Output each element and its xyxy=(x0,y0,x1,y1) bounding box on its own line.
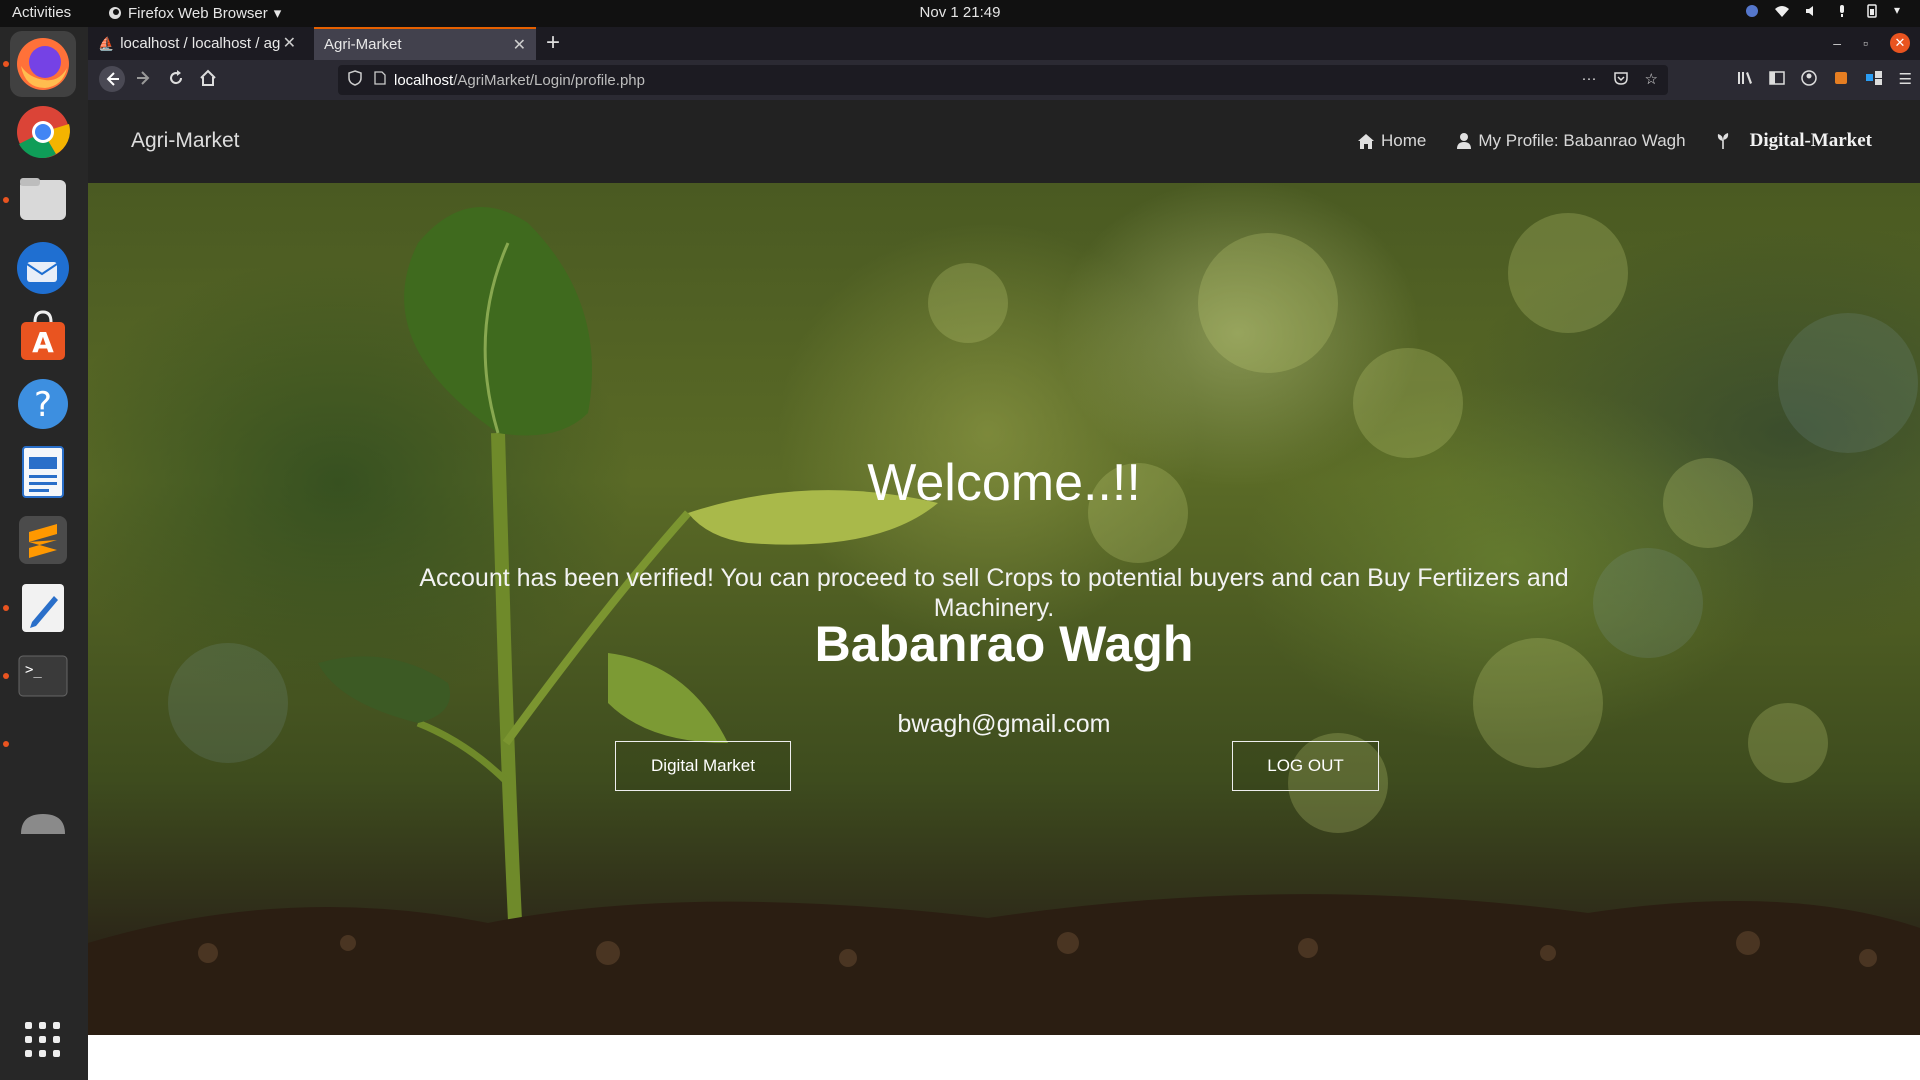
writer-icon xyxy=(22,446,64,498)
system-top-bar: Activities Firefox Web Browser ▾ Nov 1 2… xyxy=(0,0,1920,27)
verification-message: Account has been verified! You can proce… xyxy=(419,564,1569,622)
close-tab-icon[interactable]: ✕ xyxy=(513,35,526,55)
pocket-icon[interactable] xyxy=(1613,70,1629,90)
url-path: /AgriMarket/Login/profile.php xyxy=(453,71,645,89)
url-actions: ··· ☆ xyxy=(1582,70,1658,90)
running-indicator xyxy=(3,61,9,67)
home-icon[interactable] xyxy=(198,68,218,93)
nav-home[interactable]: Home xyxy=(1357,131,1426,151)
tab-agri-market[interactable]: Agri-Market ✕ xyxy=(314,27,536,60)
digital-market-button[interactable]: Digital Market xyxy=(615,741,791,791)
back-icon[interactable] xyxy=(98,65,126,98)
hamburger-menu-icon[interactable]: ☰ xyxy=(1899,70,1912,90)
svg-text:>_: >_ xyxy=(25,662,42,678)
svg-text:A: A xyxy=(32,326,54,359)
home-icon xyxy=(1357,133,1374,149)
dock-help[interactable]: ? xyxy=(10,371,76,437)
sublime-icon xyxy=(19,516,67,564)
library-icon[interactable] xyxy=(1737,70,1753,90)
bookmark-star-icon[interactable]: ☆ xyxy=(1645,70,1658,90)
dock-thunderbird[interactable] xyxy=(10,235,76,301)
battery-icon[interactable] xyxy=(1864,3,1880,19)
dock-terminal[interactable]: >_ xyxy=(10,643,76,709)
dock-software[interactable]: A xyxy=(10,303,76,369)
more-actions-icon[interactable]: ··· xyxy=(1582,70,1597,90)
chrome-icon xyxy=(17,106,70,159)
svg-text:?: ? xyxy=(34,385,52,425)
site-brand[interactable]: Agri-Market xyxy=(131,129,240,153)
tab-phpmyadmin[interactable]: ⛵ localhost / localhost / ag ✕ xyxy=(88,27,306,60)
nav-digital-market-label: Digital-Market xyxy=(1749,130,1872,151)
page-viewport: Agri-Market Home My Profile: Babanrao Wa… xyxy=(88,100,1920,1080)
restore-icon[interactable]: ▫ xyxy=(1863,35,1868,51)
text-editor-icon xyxy=(22,584,64,632)
dock-extra[interactable] xyxy=(10,789,76,855)
volume-icon[interactable] xyxy=(1804,3,1820,19)
site-menu: Home My Profile: Babanrao Wagh Digital-M… xyxy=(1357,130,1872,152)
wifi-icon[interactable] xyxy=(1774,3,1790,19)
running-indicator xyxy=(3,197,9,203)
nav-profile[interactable]: My Profile: Babanrao Wagh xyxy=(1456,131,1686,151)
files-icon xyxy=(20,178,66,220)
new-tab-icon[interactable]: + xyxy=(546,29,560,57)
nav-digital-market[interactable]: Digital-Market xyxy=(1716,130,1872,152)
tab-bar: ⛵ localhost / localhost / ag ✕ Agri-Mark… xyxy=(88,27,1920,60)
running-indicator xyxy=(3,605,9,611)
close-window-icon[interactable]: ✕ xyxy=(1890,33,1910,53)
user-icon xyxy=(1457,133,1472,149)
user-email: bwagh@gmail.com xyxy=(897,710,1111,738)
window-controls: – ▫ ✕ xyxy=(1833,33,1910,53)
url-host: localhost xyxy=(394,71,454,89)
tab-label: Agri-Market xyxy=(324,36,402,53)
running-indicator xyxy=(3,673,9,679)
page-info-icon[interactable] xyxy=(374,71,386,89)
clock[interactable]: Nov 1 21:49 xyxy=(0,4,1920,21)
extension-icon[interactable] xyxy=(1833,70,1849,90)
firefox-icon xyxy=(17,38,69,90)
terminal-icon: >_ xyxy=(18,655,68,697)
welcome-heading: Welcome..!! xyxy=(867,454,1141,512)
optical-drive-icon xyxy=(21,814,65,834)
logout-button[interactable]: LOG OUT xyxy=(1232,741,1379,791)
browser-toolbar: localhost/AgriMarket/Login/profile.php ·… xyxy=(88,60,1920,100)
sprout-icon xyxy=(1717,133,1728,149)
url-bar[interactable]: localhost/AgriMarket/Login/profile.php ·… xyxy=(338,65,1668,95)
minimize-icon[interactable]: – xyxy=(1833,35,1841,51)
dock-firefox[interactable] xyxy=(10,31,76,97)
dock-text-editor[interactable] xyxy=(10,575,76,641)
indicator-icon[interactable] xyxy=(1744,3,1760,19)
system-tray[interactable]: ▾ xyxy=(1744,3,1910,19)
dock-files[interactable] xyxy=(10,167,76,233)
app-grid-icon xyxy=(25,1022,60,1057)
help-icon: ? xyxy=(18,379,68,429)
hero-section: Welcome..!! Account has been verified! Y… xyxy=(88,183,1920,1035)
forward-icon[interactable] xyxy=(134,68,154,93)
dock-sublime[interactable] xyxy=(10,507,76,573)
dock-writer[interactable] xyxy=(10,439,76,505)
software-center-icon: A xyxy=(21,310,65,360)
extensions-puzzle-icon[interactable] xyxy=(1865,70,1883,90)
thunderbird-icon xyxy=(17,242,69,294)
reload-icon[interactable] xyxy=(166,68,186,93)
nav-profile-label: My Profile: Babanrao Wagh xyxy=(1478,131,1686,150)
toolbar-icons: ☰ xyxy=(1737,70,1912,90)
sidebar-icon[interactable] xyxy=(1768,70,1785,90)
nav-home-label: Home xyxy=(1380,131,1427,150)
user-name: Babanrao Wagh xyxy=(814,616,1194,672)
dock-chrome[interactable] xyxy=(10,99,76,165)
show-applications[interactable] xyxy=(10,1007,76,1073)
running-indicator xyxy=(3,741,9,747)
microphone-icon[interactable] xyxy=(1834,3,1850,19)
system-menu-chevron-icon[interactable]: ▾ xyxy=(1894,3,1910,19)
account-icon[interactable] xyxy=(1800,70,1817,90)
site-navbar: Agri-Market Home My Profile: Babanrao Wa… xyxy=(88,100,1920,183)
tab-label: localhost / localhost / ag xyxy=(120,35,281,52)
dock: A ? >_ xyxy=(0,27,88,1080)
tracking-protection-icon[interactable] xyxy=(348,70,362,90)
pma-favicon: ⛵ xyxy=(98,35,115,51)
hero-content: Welcome..!! Account has been verified! Y… xyxy=(88,183,1920,1035)
close-tab-icon[interactable]: ✕ xyxy=(283,33,296,53)
